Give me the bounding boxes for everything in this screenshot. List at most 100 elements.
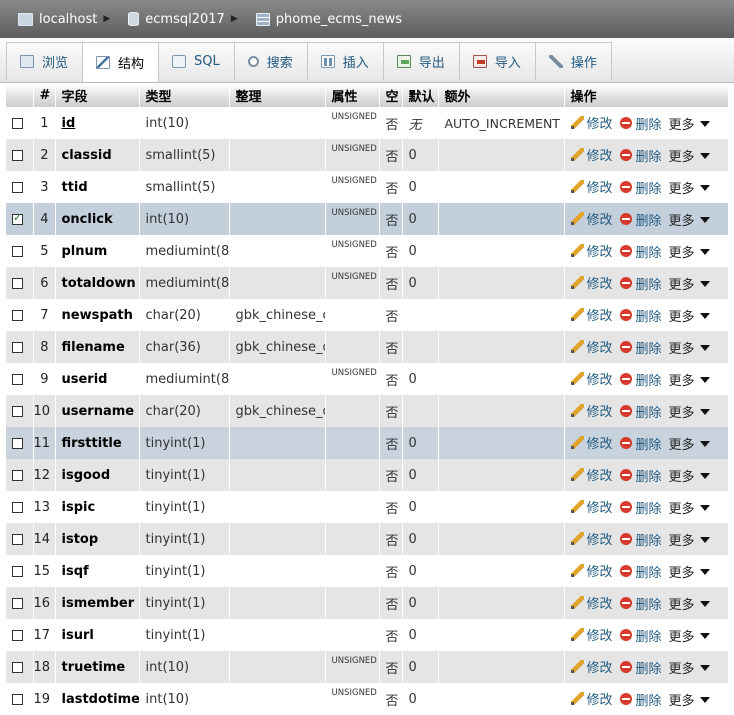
row-checkbox[interactable] [12, 245, 23, 257]
row-checkbox[interactable] [12, 405, 23, 417]
field-name[interactable]: plnum [62, 244, 108, 259]
more-dropdown[interactable]: 更多 [669, 114, 710, 133]
edit-button[interactable]: 修改 [570, 625, 613, 644]
drop-button[interactable]: 删除 [619, 466, 662, 485]
drop-button[interactable]: 删除 [619, 434, 662, 453]
drop-button[interactable]: 删除 [619, 274, 662, 293]
crumb-server[interactable]: localhost ▶ [18, 12, 110, 27]
header-attributes[interactable]: 属性 [325, 83, 380, 107]
field-name[interactable]: username [62, 404, 135, 419]
field-name[interactable]: filename [62, 340, 125, 355]
field-name[interactable]: ismember [62, 596, 135, 611]
edit-button[interactable]: 修改 [570, 657, 613, 676]
edit-button[interactable]: 修改 [570, 593, 613, 612]
field-name[interactable]: lastdotime [62, 692, 139, 707]
drop-button[interactable]: 删除 [619, 338, 662, 357]
edit-button[interactable]: 修改 [570, 273, 613, 292]
drop-button[interactable]: 删除 [619, 530, 662, 549]
drop-button[interactable]: 删除 [619, 114, 662, 133]
field-name[interactable]: ispic [62, 500, 96, 515]
row-checkbox[interactable] [12, 309, 23, 321]
edit-button[interactable]: 修改 [570, 209, 613, 228]
row-checkbox[interactable] [12, 565, 23, 577]
field-name[interactable]: isgood [62, 468, 111, 483]
row-checkbox[interactable] [12, 117, 23, 129]
field-name[interactable]: istop [62, 532, 99, 547]
header-extra[interactable]: 额外 [438, 83, 565, 107]
more-dropdown[interactable]: 更多 [669, 594, 710, 613]
edit-button[interactable]: 修改 [570, 689, 613, 708]
row-checkbox[interactable] [12, 629, 23, 641]
tab-operations[interactable]: 操作 [534, 42, 612, 80]
tab-browse[interactable]: 浏览 [6, 42, 84, 80]
more-dropdown[interactable]: 更多 [669, 626, 710, 645]
drop-button[interactable]: 删除 [619, 626, 662, 645]
row-checkbox[interactable] [12, 211, 23, 225]
tab-sql[interactable]: SQL [158, 42, 235, 80]
row-checkbox[interactable] [12, 661, 23, 673]
row-checkbox[interactable] [12, 469, 23, 481]
field-name[interactable]: id [62, 116, 76, 131]
tab-structure[interactable]: 结构 [82, 42, 160, 82]
more-dropdown[interactable]: 更多 [669, 306, 710, 325]
more-dropdown[interactable]: 更多 [669, 658, 710, 677]
more-dropdown[interactable]: 更多 [669, 338, 710, 357]
crumb-table[interactable]: phome_ecms_news [255, 12, 402, 27]
more-dropdown[interactable]: 更多 [669, 434, 710, 453]
edit-button[interactable]: 修改 [570, 369, 613, 388]
row-checkbox[interactable] [12, 597, 23, 609]
drop-button[interactable]: 删除 [619, 178, 662, 197]
crumb-table-label[interactable]: phome_ecms_news [276, 12, 402, 27]
more-dropdown[interactable]: 更多 [669, 210, 710, 229]
drop-button[interactable]: 删除 [619, 306, 662, 325]
drop-button[interactable]: 删除 [619, 658, 662, 677]
more-dropdown[interactable]: 更多 [669, 562, 710, 581]
drop-button[interactable]: 删除 [619, 562, 662, 581]
field-name[interactable]: newspath [62, 308, 133, 323]
drop-button[interactable]: 删除 [619, 690, 662, 709]
more-dropdown[interactable]: 更多 [669, 690, 710, 709]
drop-button[interactable]: 删除 [619, 594, 662, 613]
edit-button[interactable]: 修改 [570, 497, 613, 516]
row-checkbox[interactable] [12, 693, 23, 705]
edit-button[interactable]: 修改 [570, 337, 613, 356]
field-name[interactable]: userid [62, 372, 108, 387]
field-name[interactable]: firsttitle [62, 436, 122, 451]
row-checkbox[interactable] [12, 341, 23, 353]
tab-insert[interactable]: 插入 [306, 42, 384, 80]
edit-button[interactable]: 修改 [570, 113, 613, 132]
tab-export[interactable]: 导出 [382, 42, 460, 80]
more-dropdown[interactable]: 更多 [669, 370, 710, 389]
edit-button[interactable]: 修改 [570, 561, 613, 580]
field-name[interactable]: totaldown [62, 276, 136, 291]
tab-search[interactable]: 搜索 [233, 42, 308, 80]
header-null[interactable]: 空 [379, 83, 403, 107]
drop-button[interactable]: 删除 [619, 498, 662, 517]
row-checkbox[interactable] [12, 501, 23, 513]
tab-import[interactable]: 导入 [458, 42, 536, 80]
row-checkbox[interactable] [12, 277, 23, 289]
more-dropdown[interactable]: 更多 [669, 530, 710, 549]
row-checkbox[interactable] [12, 149, 23, 161]
more-dropdown[interactable]: 更多 [669, 498, 710, 517]
header-default[interactable]: 默认 [402, 83, 439, 107]
edit-button[interactable]: 修改 [570, 241, 613, 260]
edit-button[interactable]: 修改 [570, 145, 613, 164]
more-dropdown[interactable]: 更多 [669, 466, 710, 485]
edit-button[interactable]: 修改 [570, 305, 613, 324]
drop-button[interactable]: 删除 [619, 242, 662, 261]
row-checkbox[interactable] [12, 181, 23, 193]
edit-button[interactable]: 修改 [570, 465, 613, 484]
field-name[interactable]: isqf [62, 564, 89, 579]
more-dropdown[interactable]: 更多 [669, 242, 710, 261]
header-field[interactable]: 字段 [55, 83, 140, 107]
drop-button[interactable]: 删除 [619, 146, 662, 165]
crumb-database[interactable]: ecmsql2017 ▶ [128, 12, 238, 27]
more-dropdown[interactable]: 更多 [669, 274, 710, 293]
more-dropdown[interactable]: 更多 [669, 178, 710, 197]
more-dropdown[interactable]: 更多 [669, 146, 710, 165]
edit-button[interactable]: 修改 [570, 529, 613, 548]
row-checkbox[interactable] [12, 373, 23, 385]
header-type[interactable]: 类型 [139, 83, 230, 107]
drop-button[interactable]: 删除 [619, 370, 662, 389]
